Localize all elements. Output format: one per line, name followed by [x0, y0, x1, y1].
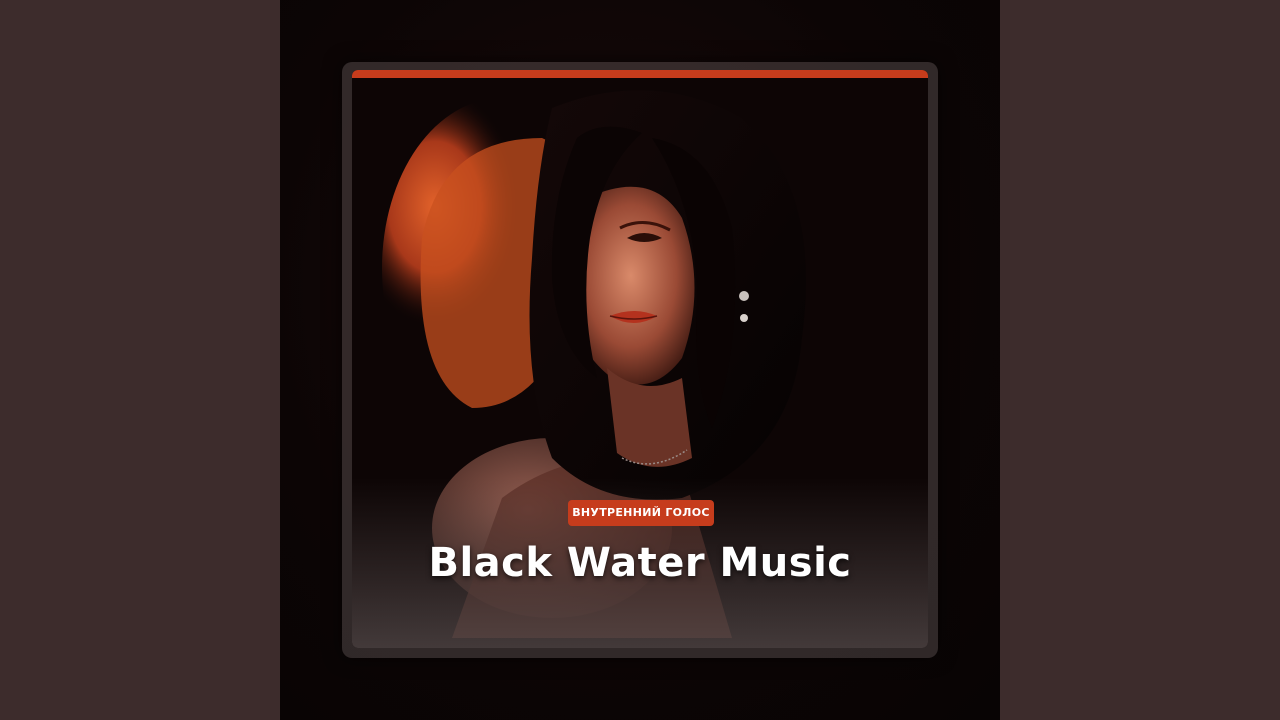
- album-cover: ВНУТРЕННИЙ ГОЛОС Black Water Music: [280, 0, 1000, 720]
- genre-badge: ВНУТРЕННИЙ ГОЛОС: [568, 500, 714, 526]
- cover-inner-panel: ВНУТРЕННИЙ ГОЛОС Black Water Music: [352, 70, 928, 648]
- video-background: ВНУТРЕННИЙ ГОЛОС Black Water Music: [0, 0, 1280, 720]
- accent-bar: [352, 70, 928, 78]
- album-title: Black Water Music: [428, 540, 852, 586]
- cover-frame: ВНУТРЕННИЙ ГОЛОС Black Water Music: [342, 62, 938, 658]
